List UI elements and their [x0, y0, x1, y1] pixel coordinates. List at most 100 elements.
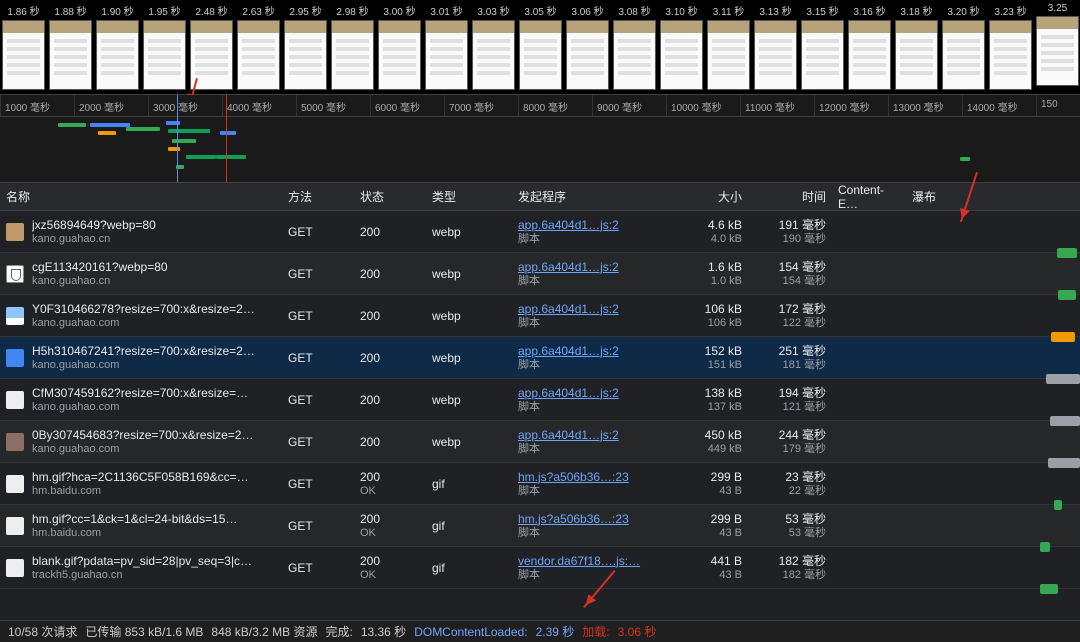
- filmstrip-frame[interactable]: 3.18 秒: [893, 0, 940, 94]
- filmstrip-frame[interactable]: 3.03 秒: [470, 0, 517, 94]
- request-method: GET: [282, 561, 354, 575]
- table-row[interactable]: CfM307459162?resize=700:x&resize=…kano.g…: [0, 379, 1080, 421]
- initiator-type: 脚本: [518, 526, 664, 540]
- request-status-cell: 200: [354, 393, 426, 407]
- request-size-sub: 449 kB: [676, 442, 742, 456]
- filmstrip-frame[interactable]: 3.11 秒: [705, 0, 752, 94]
- request-type: webp: [426, 435, 512, 449]
- request-time-sub: 121 毫秒: [754, 400, 826, 414]
- filmstrip-frame[interactable]: 1.86 秒: [0, 0, 47, 94]
- ruler-tick: 10000 毫秒: [666, 95, 740, 116]
- filmstrip-frame[interactable]: 3.01 秒: [423, 0, 470, 94]
- request-type: webp: [426, 225, 512, 239]
- filmstrip-frame[interactable]: 3.23 秒: [987, 0, 1034, 94]
- request-time: 53 毫秒: [754, 512, 826, 526]
- frame-time-label: 2.63 秒: [242, 0, 274, 20]
- frame-thumbnail: [707, 20, 750, 90]
- request-size: 299 B: [676, 512, 742, 526]
- request-time-cell: 244 毫秒179 毫秒: [748, 428, 832, 456]
- filmstrip-frame[interactable]: 1.88 秒: [47, 0, 94, 94]
- table-row[interactable]: H5h310467241?resize=700:x&resize=2…kano.…: [0, 337, 1080, 379]
- request-status: 200: [360, 225, 420, 239]
- initiator-type: 脚本: [518, 358, 664, 372]
- request-time: 172 毫秒: [754, 302, 826, 316]
- filmstrip-frame[interactable]: 3.10 秒: [658, 0, 705, 94]
- filmstrip-frame[interactable]: 3.00 秒: [376, 0, 423, 94]
- request-method: GET: [282, 309, 354, 323]
- request-time-sub: 179 毫秒: [754, 442, 826, 456]
- table-row[interactable]: cgE113420161?webp=80kano.guahao.cnGET200…: [0, 253, 1080, 295]
- col-time[interactable]: 时间: [748, 188, 832, 205]
- initiator-link[interactable]: app.6a404d1…js:2: [518, 428, 664, 442]
- table-row[interactable]: hm.gif?hca=2C1136C5F058B169&cc=…hm.baidu…: [0, 463, 1080, 505]
- request-status-sub: OK: [360, 568, 420, 582]
- waterfall-bar: [1057, 248, 1077, 258]
- frame-thumbnail: [425, 20, 468, 90]
- frame-thumbnail: [801, 20, 844, 90]
- table-row[interactable]: jxz56894649?webp=80kano.guahao.cnGET200w…: [0, 211, 1080, 253]
- col-type[interactable]: 类型: [426, 188, 512, 205]
- filmstrip-frame[interactable]: 1.95 秒: [141, 0, 188, 94]
- col-name[interactable]: 名称: [0, 188, 282, 205]
- table-row[interactable]: hm.gif?cc=1&ck=1&cl=24-bit&ds=15…hm.baid…: [0, 505, 1080, 547]
- col-status[interactable]: 状态: [354, 188, 426, 205]
- resource-icon: [6, 433, 24, 451]
- frame-time-label: 3.16 秒: [853, 0, 885, 20]
- initiator-link[interactable]: app.6a404d1…js:2: [518, 218, 664, 232]
- filmstrip-frame[interactable]: 3.20 秒: [940, 0, 987, 94]
- table-row[interactable]: Y0F310466278?resize=700:x&resize=2…kano.…: [0, 295, 1080, 337]
- request-domain: kano.guahao.com: [32, 442, 253, 456]
- col-method[interactable]: 方法: [282, 188, 354, 205]
- request-method: GET: [282, 225, 354, 239]
- frame-thumbnail: [895, 20, 938, 90]
- filmstrip-frame[interactable]: 3.06 秒: [564, 0, 611, 94]
- filmstrip-frame[interactable]: 3.08 秒: [611, 0, 658, 94]
- initiator-link[interactable]: app.6a404d1…js:2: [518, 344, 664, 358]
- frame-thumbnail: [989, 20, 1032, 90]
- frame-thumbnail: [143, 20, 186, 90]
- request-status-sub: OK: [360, 526, 420, 540]
- resource-icon: [6, 517, 24, 535]
- request-size-cell: 450 kB449 kB: [670, 428, 748, 456]
- frame-time-label: 3.05 秒: [524, 0, 556, 20]
- initiator-link[interactable]: hm.js?a506b36…:23: [518, 470, 664, 484]
- filmstrip-frame[interactable]: 2.95 秒: [282, 0, 329, 94]
- filmstrip-frame[interactable]: 2.63 秒: [235, 0, 282, 94]
- request-time: 154 毫秒: [754, 260, 826, 274]
- filmstrip-frame[interactable]: 3.25: [1034, 0, 1080, 94]
- table-row[interactable]: blank.gif?pdata=pv_sid=28|pv_seq=3|c…tra…: [0, 547, 1080, 589]
- request-size-cell: 138 kB137 kB: [670, 386, 748, 414]
- table-header[interactable]: 名称 方法 状态 类型 发起程序 大小 时间 Content-E… 瀑布: [0, 183, 1080, 211]
- initiator-link[interactable]: hm.js?a506b36…:23: [518, 512, 664, 526]
- timeline-overview[interactable]: 1000 毫秒2000 毫秒3000 毫秒4000 毫秒5000 毫秒6000 …: [0, 95, 1080, 183]
- col-content-encoding[interactable]: Content-E…: [832, 183, 906, 211]
- request-method: GET: [282, 393, 354, 407]
- filmstrip-frame[interactable]: 3.16 秒: [846, 0, 893, 94]
- request-status: 200: [360, 470, 420, 484]
- request-status-cell: 200OK: [354, 554, 426, 582]
- filmstrip-frame[interactable]: 3.15 秒: [799, 0, 846, 94]
- table-row[interactable]: 0By307454683?resize=700:x&resize=2…kano.…: [0, 421, 1080, 463]
- col-size[interactable]: 大小: [670, 188, 748, 205]
- request-domain: hm.baidu.com: [32, 526, 237, 540]
- timeline-filmstrip[interactable]: 1.86 秒1.88 秒1.90 秒1.95 秒2.48 秒2.63 秒2.95…: [0, 0, 1080, 95]
- col-waterfall[interactable]: 瀑布: [906, 188, 1080, 205]
- initiator-link[interactable]: vendor.da67f18….js:…: [518, 554, 664, 568]
- initiator-link[interactable]: app.6a404d1…js:2: [518, 302, 664, 316]
- request-type: gif: [426, 477, 512, 491]
- initiator-link[interactable]: app.6a404d1…js:2: [518, 386, 664, 400]
- filmstrip-frame[interactable]: 3.13 秒: [752, 0, 799, 94]
- filmstrip-frame[interactable]: 1.90 秒: [94, 0, 141, 94]
- filmstrip-frame[interactable]: 3.05 秒: [517, 0, 564, 94]
- waterfall-bar: [1051, 332, 1075, 342]
- filmstrip-frame[interactable]: 2.98 秒: [329, 0, 376, 94]
- request-time-cell: 191 毫秒190 毫秒: [748, 218, 832, 246]
- initiator-link[interactable]: app.6a404d1…js:2: [518, 260, 664, 274]
- frame-time-label: 3.25: [1048, 0, 1067, 16]
- col-initiator[interactable]: 发起程序: [512, 188, 670, 205]
- request-domain: kano.guahao.com: [32, 358, 255, 372]
- status-finish-value: 13.36 秒: [361, 623, 406, 640]
- ruler-tick: 4000 毫秒: [222, 95, 296, 116]
- ruler-tick: 150: [1036, 95, 1080, 116]
- request-type: webp: [426, 393, 512, 407]
